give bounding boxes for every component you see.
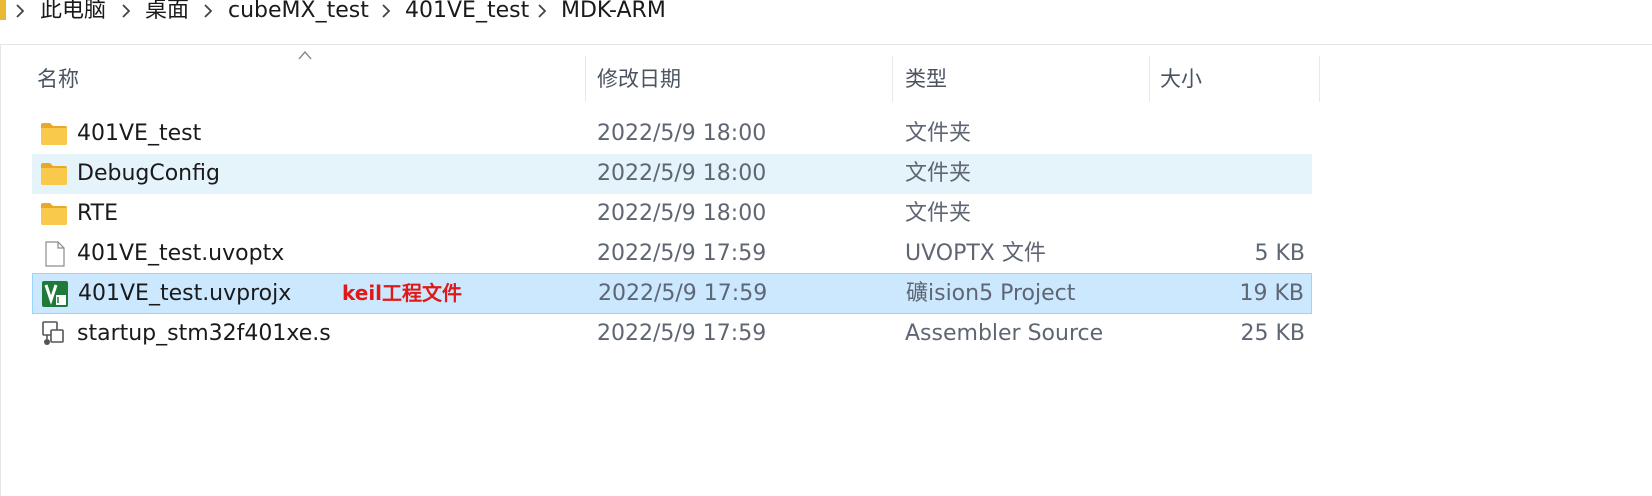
file-size: 25 KB [1240, 321, 1305, 346]
file-name: RTE [77, 201, 119, 226]
file-size: 19 KB [1239, 281, 1304, 306]
file-name: DebugConfig [77, 161, 220, 186]
file-type: 文件夹 [905, 201, 972, 226]
breadcrumb-item-desktop[interactable]: 桌面 [145, 0, 189, 24]
file-date-modified: 2022/5/9 17:59 [597, 321, 767, 346]
file-type: 文件夹 [905, 121, 972, 146]
file-date-modified: 2022/5/9 17:59 [597, 241, 767, 266]
chevron-right-icon[interactable] [120, 0, 136, 24]
chevron-right-icon[interactable] [14, 0, 30, 24]
folder-edge-icon [0, 0, 6, 20]
file-date-modified: 2022/5/9 18:00 [597, 121, 767, 146]
column-divider[interactable] [585, 56, 586, 102]
file-type: 文件夹 [905, 161, 972, 186]
file-name: 401VE_test [77, 121, 202, 146]
column-header-name[interactable]: 名称 [37, 56, 577, 102]
folder-icon [41, 163, 67, 185]
file-explorer-window: 此电脑 桌面 cubeMX_test 401VE_test MDK-ARM 名称… [0, 0, 1652, 496]
breadcrumb-item-cubemx-test[interactable]: cubeMX_test [228, 0, 369, 24]
column-header-size[interactable]: 大小 [1160, 56, 1310, 102]
file-type: UVOPTX 文件 [905, 241, 1046, 266]
file-name: 401VE_test.uvprojx [78, 281, 292, 306]
breadcrumb-item-mdk-arm[interactable]: MDK-ARM [561, 0, 666, 24]
column-header-date-modified[interactable]: 修改日期 [597, 56, 877, 102]
file-name: startup_stm32f401xe.s [77, 321, 331, 346]
file-row[interactable]: DebugConfig 2022/5/9 18:00 文件夹 [32, 154, 1312, 194]
annotation-label: keil工程文件 [342, 281, 463, 305]
folder-icon [41, 203, 67, 225]
file-row[interactable]: 401VE_test.uvprojx 2022/5/9 17:59 礦ision… [32, 273, 1312, 314]
column-divider[interactable] [1319, 56, 1320, 102]
file-date-modified: 2022/5/9 18:00 [597, 201, 767, 226]
file-row[interactable]: startup_stm32f401xe.s 2022/5/9 17:59 Ass… [32, 314, 1312, 354]
breadcrumb-item-this-pc[interactable]: 此电脑 [40, 0, 106, 24]
file-type: 礦ision5 Project [906, 281, 1076, 306]
file-row[interactable]: 401VE_test.uvoptx 2022/5/9 17:59 UVOPTX … [32, 234, 1312, 274]
file-size: 5 KB [1254, 241, 1305, 266]
chevron-right-icon[interactable] [380, 0, 396, 24]
column-header-type[interactable]: 类型 [905, 56, 1135, 102]
navigation-pane-divider [0, 44, 1, 496]
keil-uvision-icon [42, 281, 68, 307]
file-name: 401VE_test.uvoptx [77, 241, 285, 266]
chevron-right-icon[interactable] [536, 0, 552, 24]
column-divider[interactable] [1149, 56, 1150, 102]
file-icon [45, 241, 65, 267]
folder-icon [41, 123, 67, 145]
column-divider[interactable] [892, 56, 893, 102]
file-type: Assembler Source [905, 321, 1104, 346]
chevron-right-icon[interactable] [202, 0, 218, 24]
file-date-modified: 2022/5/9 17:59 [598, 281, 768, 306]
file-date-modified: 2022/5/9 18:00 [597, 161, 767, 186]
breadcrumb: 此电脑 桌面 cubeMX_test 401VE_test MDK-ARM [0, 0, 1652, 45]
breadcrumb-item-401ve-test[interactable]: 401VE_test [405, 0, 529, 24]
assembler-source-icon [42, 321, 64, 345]
file-row[interactable]: 401VE_test 2022/5/9 18:00 文件夹 [32, 114, 1312, 154]
file-row[interactable]: RTE 2022/5/9 18:00 文件夹 [32, 194, 1312, 234]
